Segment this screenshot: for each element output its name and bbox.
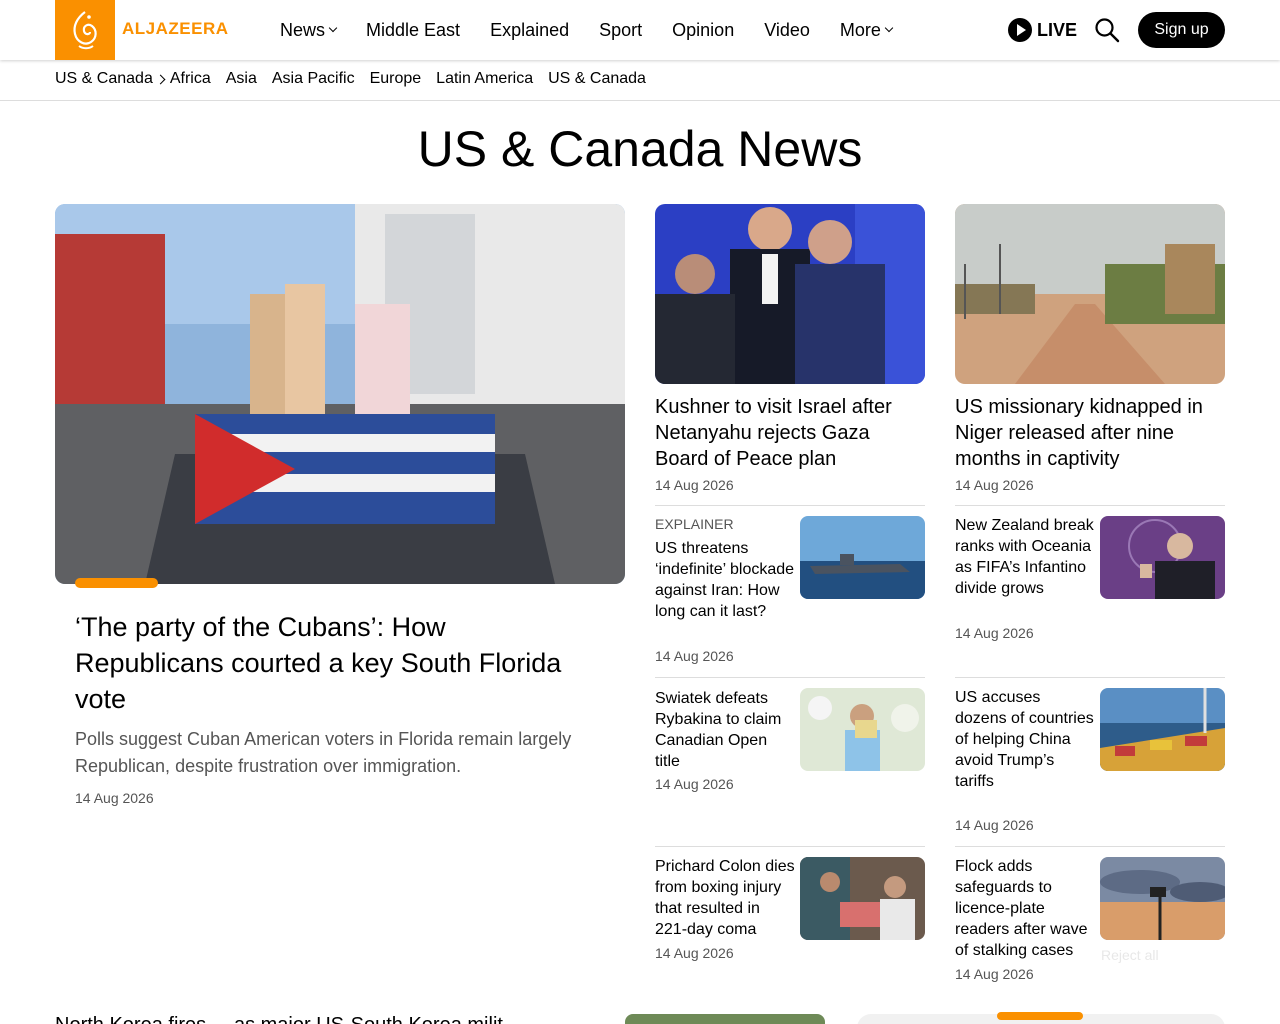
list-item-date: 14 Aug 2026	[655, 776, 734, 792]
subnav-item-latin-america[interactable]: Latin America	[436, 70, 533, 88]
list-item-title[interactable]: Prichard Colon dies from boxing injury t…	[655, 856, 795, 940]
list-item-thumbnail[interactable]	[800, 857, 925, 940]
subnav-item-africa[interactable]: Africa	[170, 70, 211, 88]
card-date: 14 Aug 2026	[955, 477, 1034, 493]
accent-bar	[997, 1012, 1083, 1020]
featured-image[interactable]	[55, 204, 625, 584]
nav-item-explained[interactable]: Explained	[490, 20, 569, 41]
nav-item-more[interactable]: More	[840, 20, 894, 41]
section-subnav: US & Canada Africa Asia Asia Pacific Eur…	[0, 60, 1280, 101]
card-title-kushner[interactable]: Kushner to visit Israel after Netanyahu …	[655, 394, 925, 472]
list-item-title[interactable]: US accuses dozens of countries of helpin…	[955, 687, 1095, 792]
subnav-item-us-canada[interactable]: US & Canada	[548, 70, 646, 88]
logo-icon[interactable]	[55, 0, 115, 60]
nav-item-video[interactable]: Video	[764, 20, 810, 41]
chevron-down-icon	[884, 23, 894, 33]
divider	[655, 677, 925, 678]
play-icon	[1008, 18, 1032, 42]
list-item-thumbnail[interactable]	[800, 516, 925, 599]
list-item-thumbnail[interactable]	[800, 688, 925, 771]
list-item-thumbnail[interactable]	[1100, 857, 1225, 940]
divider	[655, 846, 925, 847]
article-tag: EXPLAINER	[655, 516, 734, 532]
next-row-title[interactable]: North Korea fires ... as major US-South …	[55, 1014, 520, 1024]
breadcrumb-current[interactable]: US & Canada	[55, 70, 153, 88]
reject-all-ghost: Reject all	[1101, 947, 1159, 963]
featured-date: 14 Aug 2026	[75, 790, 154, 806]
chevron-right-icon	[155, 74, 166, 84]
nav-item-news[interactable]: News	[280, 20, 338, 41]
card-date: 14 Aug 2026	[655, 477, 734, 493]
nav-item-opinion[interactable]: Opinion	[672, 20, 734, 41]
list-item-title[interactable]: Swiatek defeats Rybakina to claim Canadi…	[655, 688, 795, 772]
chevron-down-icon	[328, 23, 338, 33]
search-icon[interactable]	[1094, 17, 1120, 43]
nav-item-middle-east[interactable]: Middle East	[366, 20, 460, 41]
subnav-item-europe[interactable]: Europe	[370, 70, 422, 88]
divider	[955, 505, 1225, 506]
featured-accent-bar	[75, 578, 158, 588]
divider	[955, 677, 1225, 678]
list-item-date: 14 Aug 2026	[655, 945, 734, 961]
signup-button[interactable]: Sign up	[1138, 12, 1225, 48]
nav-item-sport[interactable]: Sport	[599, 20, 642, 41]
card-title-niger[interactable]: US missionary kidnapped in Niger release…	[955, 394, 1225, 472]
divider	[955, 846, 1225, 847]
list-item-thumbnail[interactable]	[1100, 516, 1225, 599]
list-item-date: 14 Aug 2026	[955, 966, 1034, 982]
divider	[655, 505, 925, 506]
list-item-title[interactable]: US threatens ‘indefinite’ blockade again…	[655, 538, 795, 622]
card-image-kushner[interactable]	[655, 204, 925, 384]
list-item-date: 14 Aug 2026	[955, 817, 1034, 833]
brand-wordmark[interactable]: ALJAZEERA	[122, 19, 229, 39]
page-title: US & Canada News	[417, 121, 863, 177]
featured-summary: Polls suggest Cuban American voters in F…	[75, 729, 572, 776]
card-image-niger[interactable]	[955, 204, 1225, 384]
list-item-title[interactable]: Flock adds safeguards to licence-plate r…	[955, 856, 1095, 961]
list-item-date: 14 Aug 2026	[955, 625, 1034, 641]
next-row-image[interactable]	[625, 1014, 825, 1024]
live-button[interactable]: LIVE	[1008, 18, 1077, 42]
subnav-item-asia-pacific[interactable]: Asia Pacific	[272, 70, 355, 88]
site-header: ALJAZEERA News Middle East Explained Spo…	[0, 0, 1280, 60]
subnav-item-asia[interactable]: Asia	[226, 70, 257, 88]
list-item-thumbnail[interactable]	[1100, 688, 1225, 771]
list-item-title[interactable]: New Zealand break ranks with Oceania as …	[955, 515, 1095, 599]
main-nav: News Middle East Explained Sport Opinion…	[280, 0, 922, 60]
list-item-date: 14 Aug 2026	[655, 648, 734, 664]
featured-title[interactable]: ‘The party of the Cubans’: How Republica…	[75, 609, 595, 717]
